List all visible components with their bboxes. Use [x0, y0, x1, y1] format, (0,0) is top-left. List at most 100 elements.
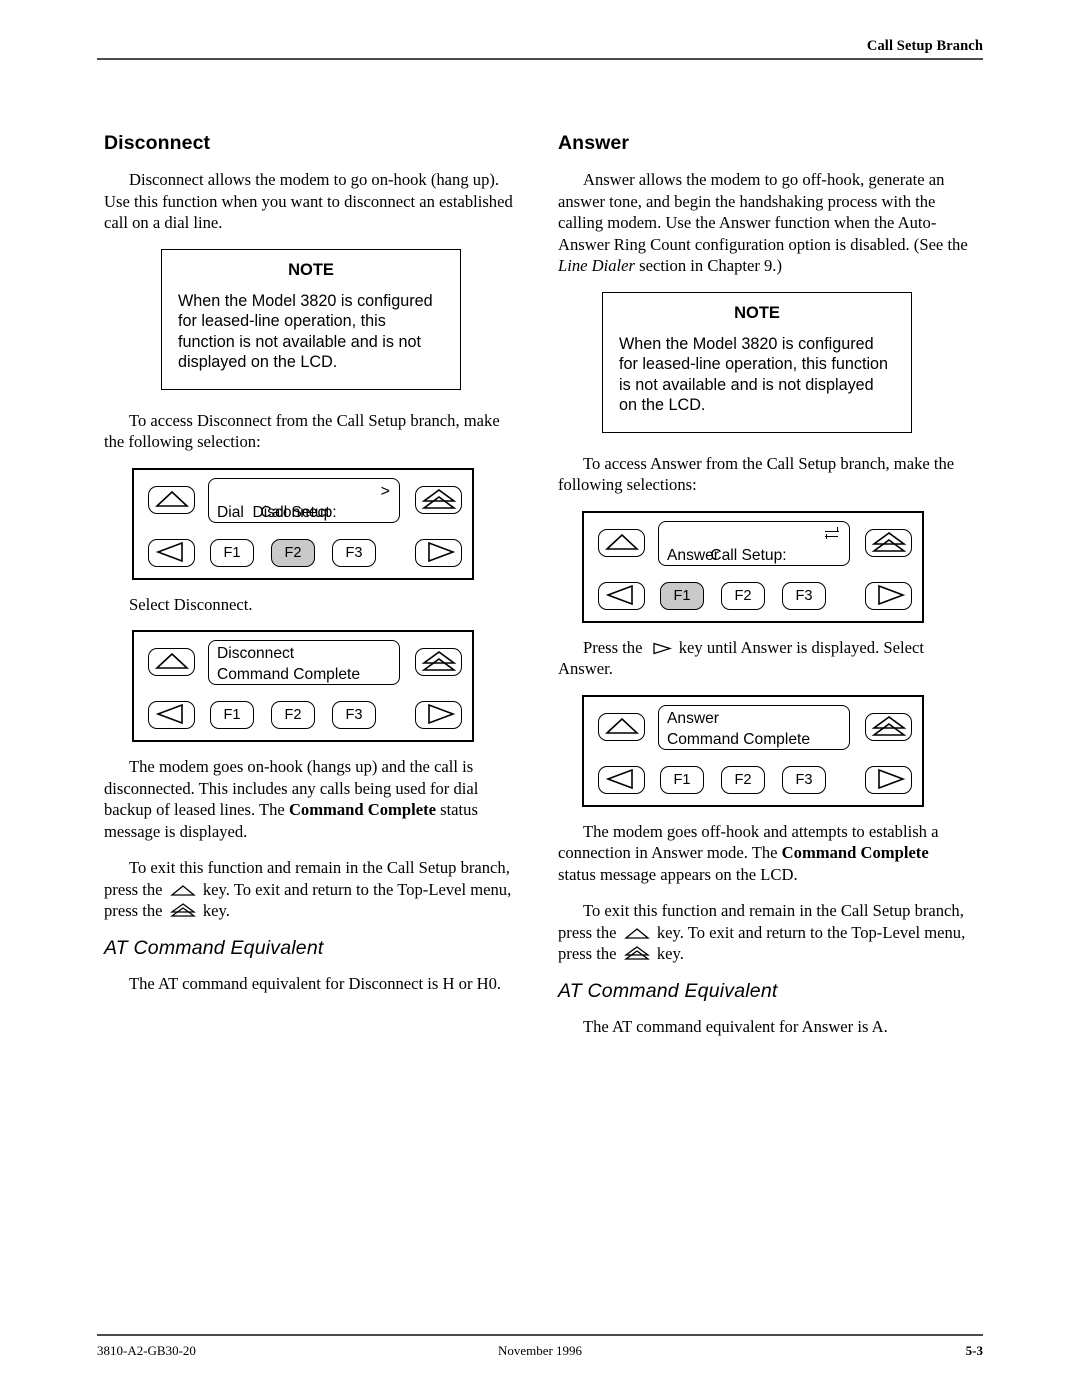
function-key-f2[interactable]: F2 [721, 765, 765, 794]
triangle-left-icon [149, 540, 194, 564]
triangle-right-icon [866, 767, 911, 791]
right-arrow-key[interactable] [415, 538, 462, 567]
triangle-left-icon [149, 702, 194, 726]
function-key-f1[interactable]: F1 [210, 701, 254, 729]
triangle-right-icon [416, 702, 461, 726]
triangle-up-icon [599, 530, 644, 554]
header-divider [97, 58, 983, 61]
double-triangle-up-icon [623, 946, 650, 961]
triangle-right-icon [866, 583, 911, 607]
footer-page-number: 5-3 [965, 1343, 983, 1359]
right-column: Answer Answer allows the modem to go off… [558, 132, 968, 1052]
section-heading-disconnect: Disconnect [104, 132, 211, 154]
footer-divider [97, 1334, 983, 1337]
function-key-f3[interactable]: F3 [332, 538, 376, 567]
function-key-f1[interactable]: F1 [660, 581, 704, 610]
lcd-line-2: Answer [667, 546, 719, 564]
double-triangle-up-icon [866, 714, 911, 738]
function-key-f3[interactable]: F3 [332, 701, 376, 729]
section-heading-answer: Answer [558, 132, 630, 154]
top-level-key[interactable] [865, 528, 912, 557]
subsection-heading-at-command-equivalent: AT Command Equivalent [558, 979, 778, 1002]
triangle-up-icon [169, 884, 196, 897]
left-arrow-key[interactable] [598, 765, 645, 794]
at-command-paragraph: The AT command equivalent for Answer is … [583, 1016, 888, 1036]
intro-text-part2: section in Chapter 9.) [634, 256, 782, 275]
disconnect-result-paragraph: The modem goes on-hook (hangs up) and th… [104, 756, 514, 842]
at-command-paragraph: The AT command equivalent for Disconnect… [129, 973, 502, 993]
triangle-up-icon [149, 649, 194, 673]
keypad-diagram-answer-command-complete: Answer Command Complete F1 F2 F3 [582, 694, 924, 807]
keypad-diagram-call-setup-dial-disconnect: Call Setup: > Dial Disconnect F1 F2 F3 [132, 467, 474, 580]
answer-access-paragraph: To access Answer from the Call Setup bra… [558, 453, 955, 495]
double-triangle-up-icon [416, 649, 461, 673]
note-body-text: When the Model 3820 is configured for le… [619, 334, 889, 415]
lcd-line-2: Dial Disconnect [217, 503, 330, 521]
function-key-f2[interactable]: F2 [721, 581, 765, 610]
command-complete-emphasis: Command Complete [288, 800, 436, 819]
answer-result-paragraph: The modem goes off-hook and attempts to … [558, 821, 968, 886]
exit-text-part3: key. [652, 944, 684, 963]
select-disconnect-paragraph: Select Disconnect. [129, 594, 253, 614]
disconnect-exit-paragraph: To exit this function and remain in the … [104, 857, 514, 922]
left-arrow-key[interactable] [148, 701, 195, 729]
left-column: Disconnect Disconnect allows the modem t… [104, 132, 514, 1009]
left-arrow-key[interactable] [598, 581, 645, 610]
triangle-up-icon [623, 927, 650, 940]
disconnect-intro-paragraph: Disconnect allows the modem to go on-hoo… [104, 170, 513, 232]
lcd-line-1: Call Setup: [667, 524, 842, 564]
answer-exit-paragraph: To exit this function and remain in the … [558, 900, 968, 965]
up-arrow-key[interactable] [598, 528, 645, 557]
function-key-f3[interactable]: F3 [782, 581, 826, 610]
double-triangle-up-icon [169, 903, 196, 918]
header-title: Call Setup Branch [866, 38, 983, 54]
lcd-display: Call Setup: > Dial Disconnect [208, 477, 400, 523]
note-box-answer: NOTE When the Model 3820 is configured f… [602, 291, 912, 433]
right-arrow-key[interactable] [415, 701, 462, 729]
function-key-f2[interactable]: F2 [271, 701, 315, 729]
left-arrow-key[interactable] [148, 538, 195, 567]
triangle-right-icon [650, 642, 672, 655]
top-level-key[interactable] [415, 485, 462, 514]
lcd-display: Answer Command Complete [658, 704, 850, 750]
press-text-part1: Press the [583, 637, 647, 657]
lcd-display: Disconnect Command Complete [208, 640, 400, 685]
lcd-line-1: Disconnect [217, 645, 295, 662]
lcd-display: Call Setup: Answer [658, 520, 850, 566]
function-key-f1[interactable]: F1 [660, 765, 704, 794]
function-key-f3[interactable]: F3 [782, 765, 826, 794]
keypad-diagram-call-setup-answer: Call Setup: Answer F1 F2 F3 [582, 510, 924, 623]
lcd-line-2: Command Complete [667, 730, 811, 748]
function-key-f2[interactable]: F2 [271, 538, 315, 567]
exit-text-part3: key. [198, 901, 230, 920]
note-title: NOTE [288, 260, 334, 279]
triangle-up-icon [149, 487, 194, 511]
command-complete-emphasis: Command Complete [781, 843, 929, 862]
up-arrow-key[interactable] [598, 712, 645, 741]
answer-press-key-paragraph: Press the key until Answer is displayed.… [558, 637, 968, 680]
right-arrow-key[interactable] [865, 765, 912, 794]
up-arrow-key[interactable] [148, 485, 195, 514]
lcd-line-1: Answer [667, 709, 719, 727]
right-arrow-key[interactable] [865, 581, 912, 610]
function-key-f1[interactable]: F1 [210, 538, 254, 567]
lcd-line-1: Call Setup: > [217, 481, 392, 521]
top-level-key[interactable] [415, 648, 462, 676]
top-level-key[interactable] [865, 712, 912, 741]
triangle-left-icon [599, 583, 644, 607]
double-triangle-up-icon [866, 530, 911, 554]
document-page: Call Setup Branch Disconnect Disconnect … [0, 0, 1080, 1397]
footer-document-number: 3810-A2-GB30-20 [97, 1343, 196, 1359]
lcd-more-indicator-icon: > [380, 482, 390, 500]
triangle-left-icon [599, 767, 644, 791]
note-box-disconnect: NOTE When the Model 3820 is configured f… [161, 248, 461, 390]
disconnect-access-paragraph: To access Disconnect from the Call Setup… [104, 410, 500, 452]
footer-date: November 1996 [497, 1343, 583, 1359]
keypad-diagram-disconnect-command-complete: Disconnect Command Complete F1 F2 F3 [132, 630, 474, 742]
swap-arrows-icon [824, 527, 840, 541]
up-arrow-key[interactable] [148, 648, 195, 676]
line-dialer-reference: Line Dialer [558, 256, 635, 275]
intro-text-part1: Answer allows the modem to go off-hook, … [558, 170, 968, 254]
double-triangle-up-icon [416, 487, 461, 511]
footer-row: 3810-A2-GB30-20 November 1996 5-3 [97, 1343, 983, 1363]
